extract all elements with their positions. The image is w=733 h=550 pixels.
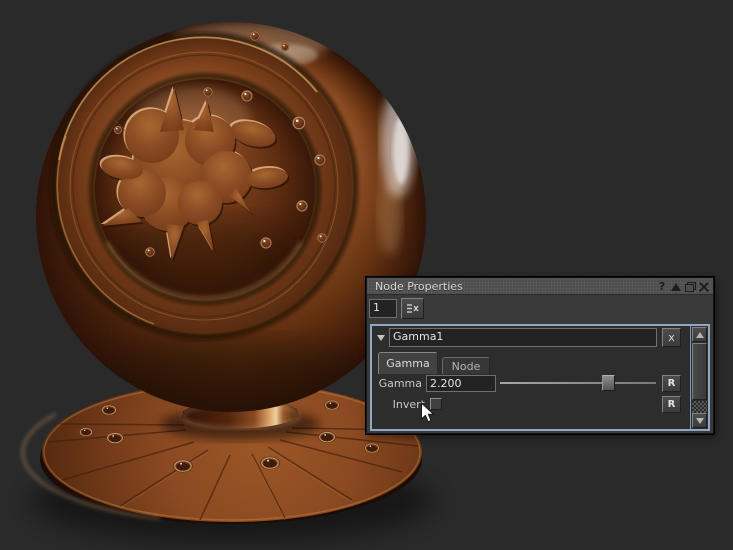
- restore-window-icon[interactable]: [684, 280, 696, 293]
- list-delete-icon: [406, 303, 419, 314]
- scroll-down-button[interactable]: [692, 413, 707, 428]
- gamma-value-field[interactable]: 2.200: [426, 375, 496, 392]
- node-list-scrollbar[interactable]: [690, 326, 708, 429]
- viewport: Node Properties ? 1 Gamma1 x Gamma Node: [0, 0, 733, 550]
- tab-node[interactable]: Node: [442, 357, 490, 374]
- gamma-slider-handle[interactable]: [602, 375, 615, 391]
- invert-label: Invert: [372, 398, 425, 411]
- node-properties-window: Node Properties ? 1 Gamma1 x Gamma Node: [366, 277, 714, 434]
- window-title: Node Properties: [375, 280, 463, 293]
- selection-index-field[interactable]: 1: [369, 299, 397, 318]
- arrow-down-icon: [696, 418, 704, 424]
- invert-reset-button[interactable]: R: [662, 396, 681, 413]
- close-icon[interactable]: [698, 280, 710, 293]
- collapse-node-icon[interactable]: [377, 335, 385, 341]
- rollup-icon[interactable]: [670, 280, 682, 293]
- remove-node-button[interactable]: x: [662, 328, 681, 347]
- gamma-slider-track[interactable]: [500, 382, 656, 384]
- scrollbar-track[interactable]: [692, 401, 707, 413]
- tab-gamma[interactable]: Gamma: [378, 352, 438, 374]
- gamma-reset-button[interactable]: R: [662, 375, 681, 392]
- window-titlebar[interactable]: Node Properties ?: [367, 278, 713, 295]
- node-name-field[interactable]: Gamma1: [389, 328, 657, 347]
- mouse-cursor: [420, 402, 435, 424]
- arrow-up-icon: [696, 332, 704, 338]
- scroll-up-button[interactable]: [692, 327, 707, 342]
- scrollbar-thumb[interactable]: [692, 343, 707, 400]
- gamma-label: Gamma: [372, 377, 422, 390]
- clear-nodes-button[interactable]: [401, 298, 424, 319]
- help-icon[interactable]: ?: [656, 280, 668, 293]
- material-preview-render: [0, 0, 733, 550]
